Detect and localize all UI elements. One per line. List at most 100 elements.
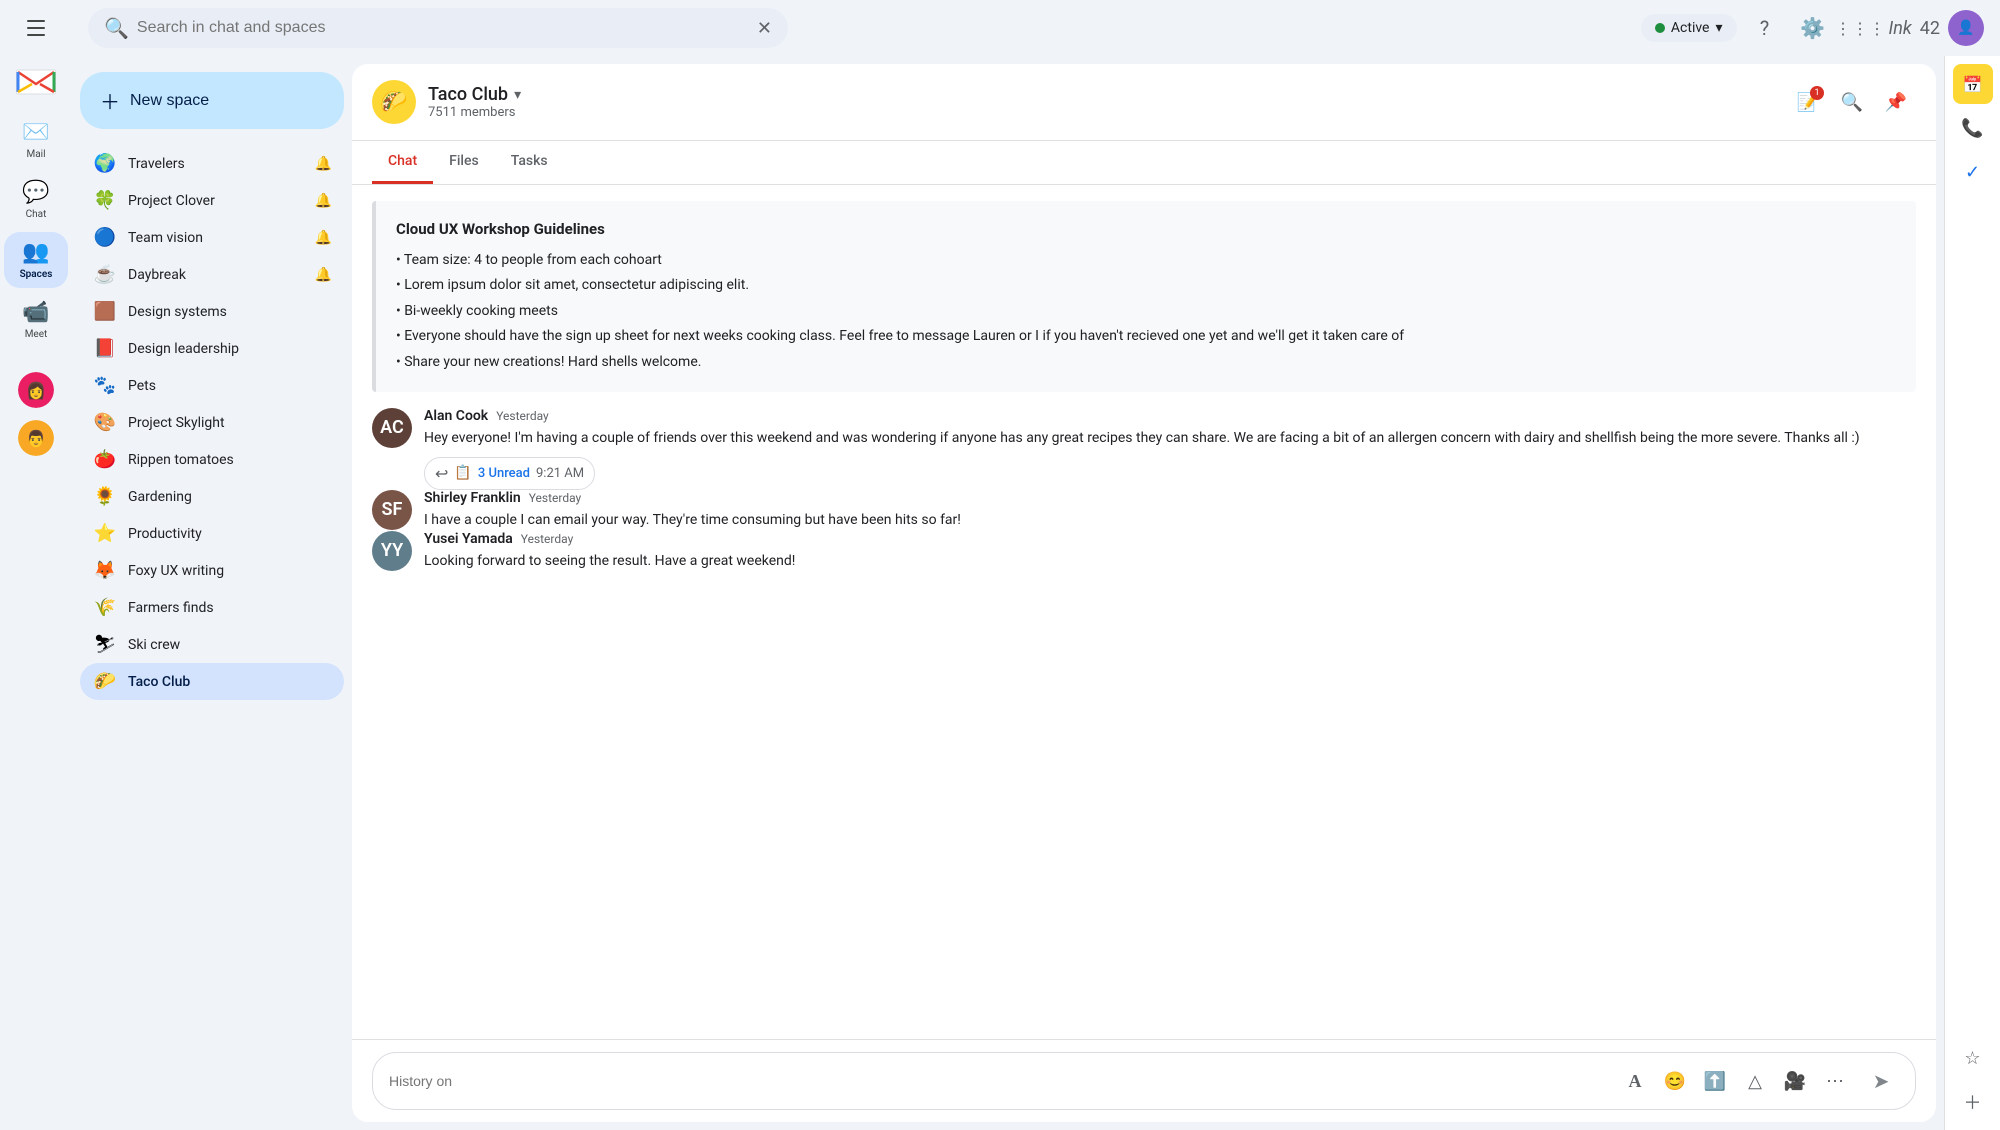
header-actions: 📝 1 🔍 📌	[1788, 82, 1916, 122]
sidebar-item-productivity[interactable]: ⭐ Productivity	[80, 515, 344, 552]
item-emoji-team-vision: 🔵	[92, 227, 118, 248]
help-icon: ?	[1760, 16, 1769, 40]
send-button[interactable]: ➤	[1863, 1063, 1899, 1099]
sidebar-item-pets[interactable]: 🐾 Pets	[80, 367, 344, 404]
nav-label-meet: Meet	[25, 329, 48, 340]
item-emoji-daybreak: ☕	[92, 264, 118, 285]
user-avatar-1[interactable]: 👩	[18, 372, 54, 408]
video-icon: 🎥	[1784, 1071, 1806, 1092]
bell-icon-daybreak: 🔔	[315, 267, 332, 283]
sidebar-item-design-leadership[interactable]: 📕 Design leadership	[80, 330, 344, 367]
video-button[interactable]: 🎥	[1779, 1065, 1811, 1097]
item-emoji-ski-crew: ⛷	[92, 634, 118, 655]
status-dot	[1655, 23, 1665, 33]
sidebar-item-project-skylight[interactable]: 🎨 Project Skylight	[80, 404, 344, 441]
sidebar-item-design-systems[interactable]: 🟫 Design systems	[80, 293, 344, 330]
item-emoji-productivity: ⭐	[92, 523, 118, 544]
format-icon: A	[1629, 1071, 1642, 1092]
msg-time-alan-cook: Yesterday	[496, 409, 549, 423]
thread-time: 9:21 AM	[536, 466, 584, 481]
item-emoji-design-systems: 🟫	[92, 301, 118, 322]
notification-badge: 1	[1810, 86, 1824, 100]
tab-files[interactable]: Files	[433, 141, 495, 184]
space-info: Taco Club ▾ 7511 members	[428, 84, 1776, 120]
msg-time-yusei-yamada: Yesterday	[521, 532, 574, 546]
nav-item-meet[interactable]: 📹 Meet	[4, 292, 68, 348]
drive-button[interactable]: △	[1739, 1065, 1771, 1097]
message-yusei-yamada: YY Yusei Yamada Yesterday Looking forwar…	[372, 531, 1916, 572]
msg-text-yusei-yamada: Looking forward to seeing the result. Ha…	[424, 551, 1916, 572]
tasks-button[interactable]: ✓	[1953, 152, 1993, 192]
hamburger-menu[interactable]	[16, 8, 56, 48]
add-button[interactable]: ＋	[1953, 1082, 1993, 1122]
sidebar-item-rippen-tomatoes[interactable]: 🍅 Rippen tomatoes	[80, 441, 344, 478]
search-chat-button[interactable]: 🔍	[1832, 82, 1872, 122]
status-label: Active	[1671, 20, 1710, 36]
status-indicator[interactable]: Active ▾	[1641, 14, 1737, 42]
upload-button[interactable]: ⬆️	[1699, 1065, 1731, 1097]
search-bar[interactable]: 🔍 ✕	[88, 8, 788, 48]
thread-button[interactable]: 📝 1	[1788, 82, 1828, 122]
item-name-rippen-tomatoes: Rippen tomatoes	[128, 452, 332, 468]
new-space-button[interactable]: ＋ New space	[80, 72, 344, 129]
phone-button[interactable]: 📞	[1953, 108, 1993, 148]
sidebar-item-taco-club[interactable]: 🌮 Taco Club	[80, 663, 344, 700]
add-icon: ＋	[1964, 1089, 1982, 1115]
chat-header: 🌮 Taco Club ▾ 7511 members 📝 1 🔍	[352, 64, 1936, 141]
user-avatar-2[interactable]: 👨	[18, 420, 54, 456]
item-name-pets: Pets	[128, 378, 332, 394]
sidebar-item-foxy-ux-writing[interactable]: 🦊 Foxy UX writing	[80, 552, 344, 589]
sidebar-item-daybreak[interactable]: ☕ Daybreak 🔔	[80, 256, 344, 293]
tab-tasks[interactable]: Tasks	[495, 141, 564, 184]
item-name-design-leadership: Design leadership	[128, 341, 332, 357]
sidebar-item-project-clover[interactable]: 🍀 Project Clover 🔔	[80, 182, 344, 219]
space-name[interactable]: Taco Club ▾	[428, 84, 1776, 105]
number-label: 42	[1920, 18, 1940, 39]
profile-avatar[interactable]: 👤	[1948, 10, 1984, 46]
nav-item-chat[interactable]: 💬 Chat	[4, 172, 68, 228]
thread-arrow-icon: ↩	[435, 464, 448, 483]
thread-reply-alan-cook[interactable]: ↩ 📋 3 Unread 9:21 AM	[424, 457, 595, 490]
calendar-button[interactable]: 📅	[1953, 64, 1993, 104]
sidebar-item-team-vision[interactable]: 🔵 Team vision 🔔	[80, 219, 344, 256]
more-options-button[interactable]: ⋯	[1819, 1065, 1851, 1097]
pin-button[interactable]: 📌	[1876, 82, 1916, 122]
topbar: 🔍 ✕ Active ▾ ? ⚙️ ⋮⋮⋮ Ink 42 👤	[72, 0, 2000, 56]
settings-icon: ⚙️	[1800, 16, 1825, 40]
sidebar-item-farmers-finds[interactable]: 🌾 Farmers finds	[80, 589, 344, 626]
space-members: 7511 members	[428, 105, 1776, 120]
sidebar-item-travelers[interactable]: 🌍 Travelers 🔔	[80, 145, 344, 182]
workshop-item: • Team size: 4 to people from each cohoa…	[396, 249, 1896, 271]
thread-count-icon: 📋	[454, 465, 471, 481]
search-clear-icon[interactable]: ✕	[757, 18, 772, 39]
help-button[interactable]: ?	[1745, 8, 1785, 48]
search-icon: 🔍	[104, 16, 129, 40]
avatar-alan-cook: AC	[372, 408, 412, 448]
tab-chat[interactable]: Chat	[372, 141, 433, 184]
star-button[interactable]: ☆	[1953, 1038, 1993, 1078]
nav-item-mail[interactable]: ✉️ Mail	[4, 112, 68, 168]
apps-icon: ⋮⋮⋮	[1835, 19, 1886, 38]
message-input-area: A 😊 ⬆️ △ 🎥 ⋯	[352, 1039, 1936, 1122]
emoji-button[interactable]: 😊	[1659, 1065, 1691, 1097]
msg-sender-alan-cook: Alan Cook	[424, 408, 488, 424]
apps-button[interactable]: ⋮⋮⋮	[1841, 8, 1881, 48]
item-emoji-project-skylight: 🎨	[92, 412, 118, 433]
search-input[interactable]	[137, 19, 749, 37]
upload-icon: ⬆️	[1704, 1071, 1726, 1092]
bell-icon-team-vision: 🔔	[315, 230, 332, 246]
sidebar-item-gardening[interactable]: 🌻 Gardening	[80, 478, 344, 515]
message-input[interactable]	[389, 1073, 1611, 1089]
msg-text-shirley-franklin: I have a couple I can email your way. Th…	[424, 510, 1916, 531]
sidebar-item-ski-crew[interactable]: ⛷ Ski crew	[80, 626, 344, 663]
settings-button[interactable]: ⚙️	[1793, 8, 1833, 48]
thread-label: 3 Unread	[478, 466, 530, 481]
format-text-button[interactable]: A	[1619, 1065, 1651, 1097]
msg-content-yusei-yamada: Yusei Yamada Yesterday Looking forward t…	[424, 531, 1916, 572]
chat-tabs: Chat Files Tasks	[352, 141, 1936, 185]
msg-time-shirley-franklin: Yesterday	[529, 491, 582, 505]
item-name-foxy-ux-writing: Foxy UX writing	[128, 563, 332, 579]
item-name-project-skylight: Project Skylight	[128, 415, 332, 431]
nav-label-spaces: Spaces	[20, 269, 53, 280]
nav-item-spaces[interactable]: 👥 Spaces	[4, 232, 68, 288]
